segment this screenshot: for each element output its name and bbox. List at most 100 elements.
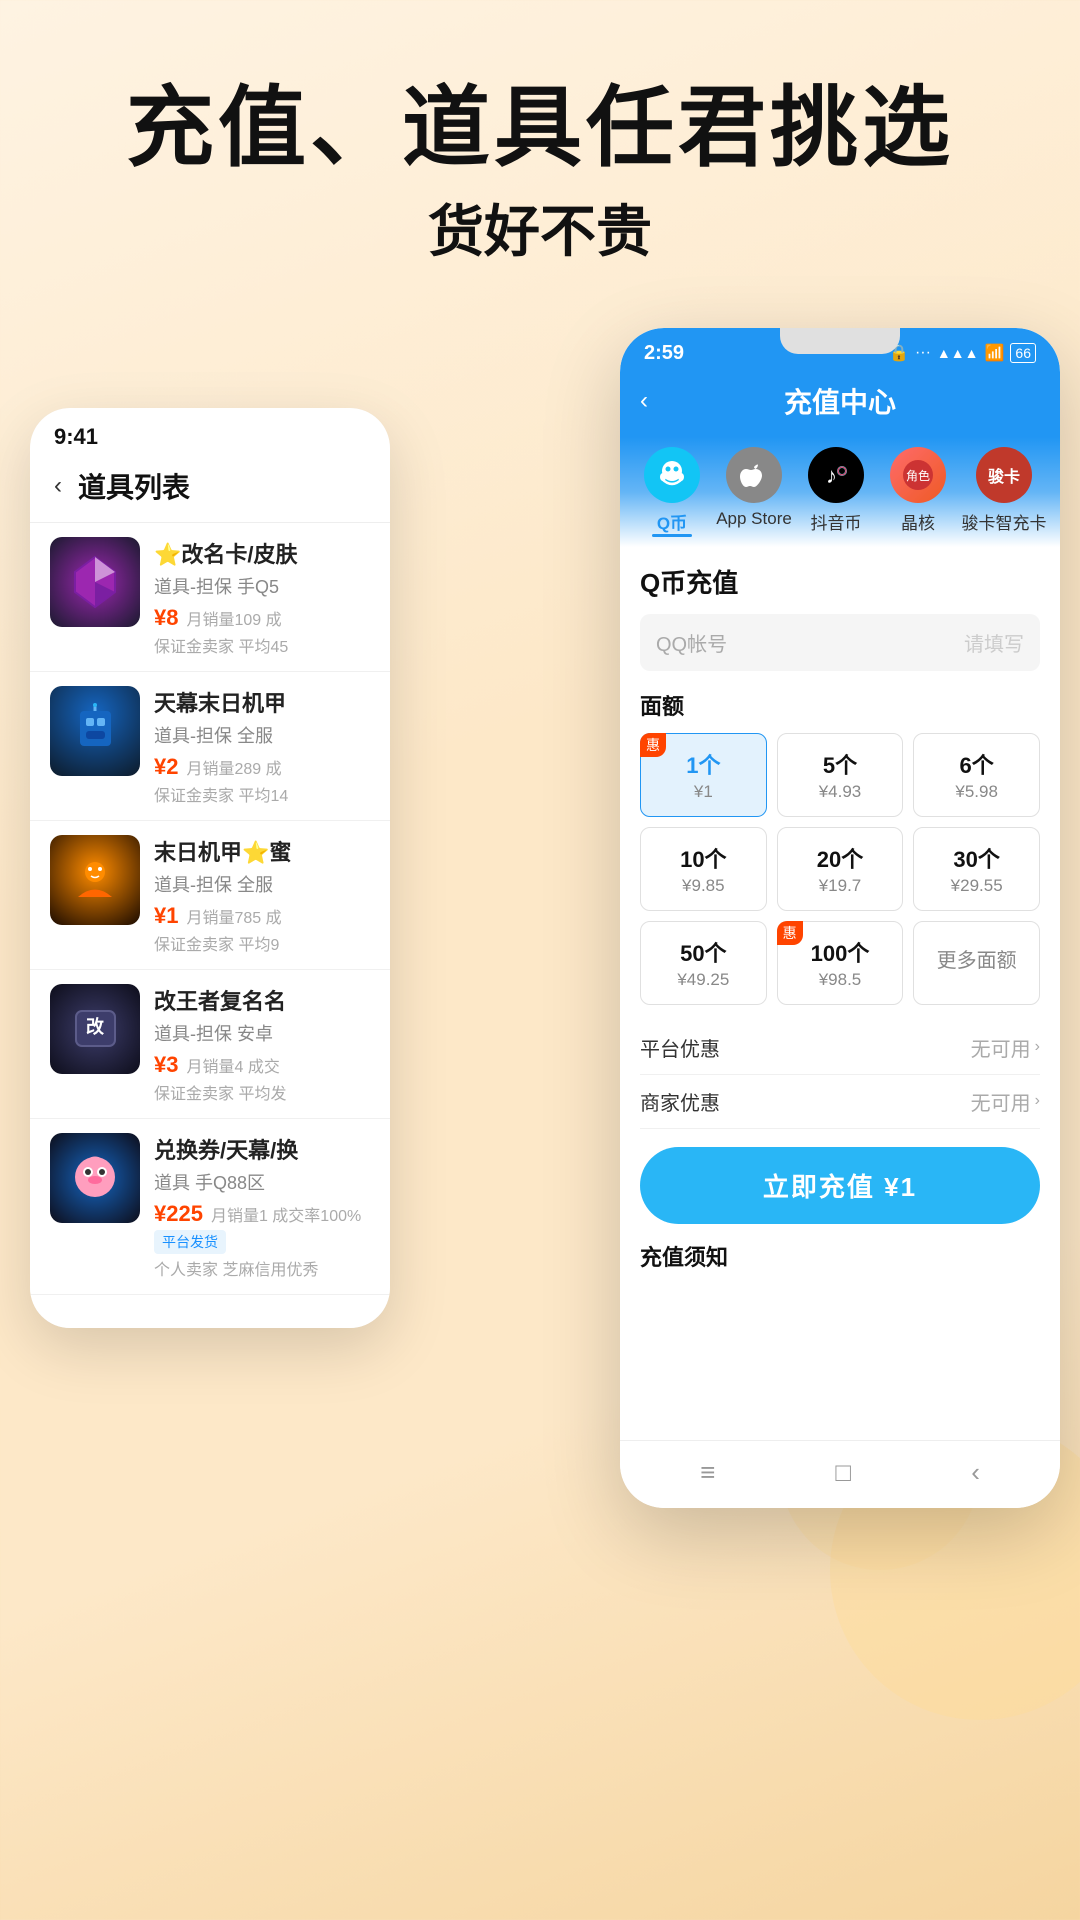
tool-item[interactable]: 天幕末日机甲 道具-担保 全服 ¥2 月销量289 成 保证金卖家 平均14 — [30, 672, 390, 821]
platform-discount-value: 无可用 › — [971, 1033, 1040, 1062]
tool-name: 天幕末日机甲 — [154, 686, 370, 718]
denom-price: ¥29.55 — [924, 876, 1029, 896]
denom-price: ¥49.25 — [651, 970, 756, 990]
tool-image — [50, 686, 140, 776]
tool-seller: 保证金卖家 平均发 — [154, 1080, 370, 1104]
denom-count: 50个 — [651, 936, 756, 968]
hello-kitty-icon — [68, 1150, 123, 1205]
douyin-tab-label: 抖音币 — [811, 509, 862, 534]
platform-discount-label: 平台优惠 — [640, 1033, 720, 1062]
tab-item-jinghe[interactable]: 角色 晶核 — [882, 447, 954, 547]
tool-price: ¥225 — [154, 1201, 203, 1227]
top-bar: ‹ 充值中心 — [620, 373, 1060, 437]
status-time: 2:59 — [644, 342, 684, 365]
tool-price: ¥3 — [154, 1052, 178, 1078]
status-time-left: 9:41 — [54, 424, 98, 450]
top-bar-title: 充值中心 — [784, 381, 896, 421]
denom-count: 30个 — [924, 842, 1029, 874]
jinghe-logo: 角色 — [900, 457, 936, 493]
tool-name: 末日机甲⭐蜜 — [154, 835, 370, 867]
tool-seller: 个人卖家 芝麻信用优秀 — [154, 1256, 370, 1280]
right-phone: 2:59 🔒 ··· ▲▲▲ 📶 66 ‹ 充值中心 — [620, 328, 1060, 1508]
tool-item[interactable]: 末日机甲⭐蜜 道具-担保 全服 ¥1 月销量785 成 保证金卖家 平均9 — [30, 821, 390, 970]
tool-item[interactable]: ⭐改名卡/皮肤 道具-担保 手Q5 ¥8 月销量109 成 保证金卖家 平均45 — [30, 523, 390, 672]
menu-dots: ··· — [915, 344, 931, 362]
qq-account-row[interactable]: QQ帐号 请填写 — [640, 614, 1040, 671]
denom-item-6[interactable]: 6个 ¥5.98 — [913, 733, 1040, 817]
tool-price: ¥2 — [154, 754, 178, 780]
tool-price: ¥8 — [154, 605, 178, 631]
qq-logo — [654, 457, 690, 493]
douyin-logo: ♪ — [820, 459, 852, 491]
tool-price: ¥1 — [154, 903, 178, 929]
category-tabs: Q币 App Store — [620, 437, 1060, 547]
denom-item-more[interactable]: 更多面额 — [913, 921, 1040, 1005]
denom-item-100[interactable]: 100个 ¥98.5 — [777, 921, 904, 1005]
platform-tag: 平台发货 — [154, 1230, 226, 1254]
qq-tab-icon — [644, 447, 700, 503]
svg-text:角色: 角色 — [906, 469, 930, 483]
tool-desc: 道具-担保 手Q5 — [154, 573, 370, 599]
back-button-left[interactable]: ‹ — [54, 472, 62, 500]
denom-item-20[interactable]: 20个 ¥19.7 — [777, 827, 904, 911]
card-icon: 改 — [68, 1001, 123, 1056]
denom-price: ¥5.98 — [924, 782, 1029, 802]
denom-item-50[interactable]: 50个 ¥49.25 — [640, 921, 767, 1005]
tab-item-qq[interactable]: Q币 — [636, 447, 708, 547]
denom-item-10[interactable]: 10个 ¥9.85 — [640, 827, 767, 911]
merchant-discount-label: 商家优惠 — [640, 1087, 720, 1116]
tool-desc: 道具-担保 安卓 — [154, 1020, 370, 1046]
tool-info: 天幕末日机甲 道具-担保 全服 ¥2 月销量289 成 保证金卖家 平均14 — [154, 686, 370, 806]
chevron-right-icon-2: › — [1035, 1092, 1040, 1110]
input-label: QQ帐号 — [656, 628, 964, 657]
merchant-discount-value: 无可用 › — [971, 1087, 1040, 1116]
tool-sales: 月销量109 成 — [186, 606, 281, 630]
tool-desc: 道具-担保 全服 — [154, 722, 370, 748]
header-section: 充值、道具任君挑选 货好不贵 — [0, 0, 1080, 308]
tab-active-indicator — [652, 534, 692, 537]
tool-seller: 保证金卖家 平均14 — [154, 782, 370, 806]
tool-info: 末日机甲⭐蜜 道具-担保 全服 ¥1 月销量785 成 保证金卖家 平均9 — [154, 835, 370, 955]
denom-item-30[interactable]: 30个 ¥29.55 — [913, 827, 1040, 911]
tool-name: 改王者复名名 — [154, 984, 370, 1016]
back-button-right[interactable]: ‹ — [640, 387, 648, 415]
charge-button[interactable]: 立即充值 ¥1 — [640, 1147, 1040, 1224]
tool-desc: 道具 手Q88区 — [154, 1169, 370, 1195]
signal-icon: ▲▲▲ — [937, 345, 979, 361]
svg-text:改: 改 — [86, 1016, 105, 1037]
apple-logo — [738, 459, 770, 491]
platform-discount-row[interactable]: 平台优惠 无可用 › — [640, 1021, 1040, 1075]
denom-item-5[interactable]: 5个 ¥4.93 — [777, 733, 904, 817]
tool-image — [50, 1133, 140, 1223]
denom-count: 5个 — [788, 748, 893, 780]
merchant-discount-row[interactable]: 商家优惠 无可用 › — [640, 1075, 1040, 1129]
denom-more-label: 更多面额 — [924, 936, 1029, 973]
denom-price: ¥19.7 — [788, 876, 893, 896]
fairy-icon — [68, 852, 123, 907]
main-title: 充值、道具任君挑选 — [0, 80, 1080, 177]
phones-container: 9:41 ‹ 道具列表 ⭐改名卡/皮 — [0, 328, 1080, 1728]
tool-item[interactable]: 改 改王者复名名 道具-担保 安卓 ¥3 月销量4 成交 保证金卖家 平均发 — [30, 970, 390, 1119]
tool-info: 兑换券/天幕/换 道具 手Q88区 ¥225 月销量1 成交率100% 平台发货… — [154, 1133, 370, 1280]
tool-image — [50, 537, 140, 627]
jinghe-tab-label: 晶核 — [901, 509, 935, 534]
denom-count: 1个 — [651, 748, 756, 780]
denom-count: 100个 — [788, 936, 893, 968]
denom-item-1[interactable]: 1个 ¥1 — [640, 733, 767, 817]
tab-item-appstore[interactable]: App Store — [718, 447, 790, 547]
left-phone: 9:41 ‹ 道具列表 ⭐改名卡/皮 — [30, 408, 390, 1328]
tool-sales: 月销量4 成交 — [186, 1053, 279, 1077]
junka-tab-label: 骏卡智充卡 — [962, 509, 1047, 534]
tool-sales: 月销量785 成 — [186, 904, 281, 928]
bottom-nav: ≡ □ ‹ — [620, 1440, 1060, 1508]
input-placeholder: 请填写 — [964, 628, 1024, 657]
tool-info: ⭐改名卡/皮肤 道具-担保 手Q5 ¥8 月销量109 成 保证金卖家 平均45 — [154, 537, 370, 657]
tool-item[interactable]: 兑换券/天幕/换 道具 手Q88区 ¥225 月销量1 成交率100% 平台发货… — [30, 1119, 390, 1295]
nav-home-icon[interactable]: □ — [835, 1457, 851, 1488]
tab-item-douyin[interactable]: ♪ 抖音币 — [800, 447, 872, 547]
nav-back-icon[interactable]: ‹ — [971, 1457, 980, 1488]
tool-image — [50, 835, 140, 925]
nav-menu-icon[interactable]: ≡ — [700, 1457, 715, 1488]
section-title: Q币充值 — [640, 563, 1040, 600]
tab-item-junka[interactable]: 骏卡 骏卡智充卡 — [964, 447, 1044, 547]
